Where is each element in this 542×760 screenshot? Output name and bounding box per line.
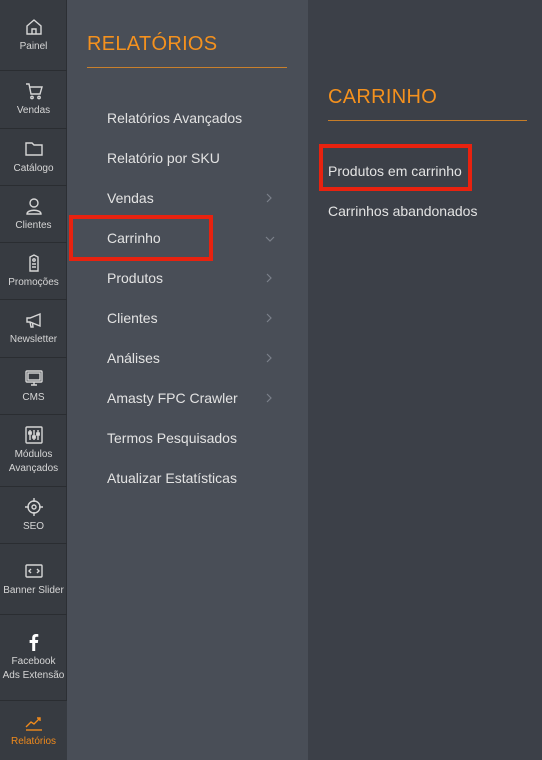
- rail-item-banner-slider[interactable]: Banner Slider: [0, 544, 67, 615]
- banner-icon: [24, 561, 44, 581]
- rail-item-facebook-ads[interactable]: Facebook Ads Extensão: [0, 615, 67, 701]
- rail-item-modulos-avancados[interactable]: Módulos Avançados: [0, 415, 67, 487]
- title-divider: [87, 67, 287, 68]
- menu-item-label: Vendas: [107, 190, 154, 206]
- rail-item-vendas[interactable]: Vendas: [0, 71, 67, 129]
- rail-item-label: Promoções: [8, 276, 59, 288]
- menu-item-label: Atualizar Estatísticas: [107, 470, 237, 486]
- rail-item-label: SEO: [22, 520, 45, 532]
- menu-item-atualizar-estatisticas[interactable]: Atualizar Estatísticas: [107, 467, 287, 489]
- menu-item-label: Amasty FPC Crawler: [107, 390, 238, 406]
- monitor-icon: [24, 368, 44, 388]
- tag-icon: [24, 253, 44, 273]
- rail-item-label: Clientes: [15, 219, 52, 231]
- panel-title: RELATÓRIOS: [87, 33, 218, 55]
- person-icon: [24, 196, 44, 216]
- chevron-right-icon: [265, 307, 277, 329]
- crosshair-icon: [24, 497, 44, 517]
- rail-item-promocoes[interactable]: Promoções: [0, 243, 67, 300]
- menu-item-label: Relatórios Avançados: [107, 110, 243, 126]
- rail-item-relatorios[interactable]: Relatórios: [0, 701, 67, 760]
- menu-item-label: Carrinho: [107, 230, 161, 246]
- menu-item-label: Produtos em carrinho: [328, 163, 462, 179]
- menu-item-label: Produtos: [107, 270, 164, 286]
- rail-item-seo[interactable]: SEO: [0, 487, 67, 544]
- menu-item-produtos-em-carrinho[interactable]: Produtos em carrinho: [328, 160, 528, 182]
- menu-item-termos-pesquisados[interactable]: Termos Pesquisados: [107, 427, 287, 449]
- rail-item-clientes[interactable]: Clientes: [0, 186, 67, 243]
- folder-icon: [24, 139, 44, 159]
- chevron-right-icon: [265, 267, 277, 289]
- menu-item-relatorios-avancados[interactable]: Relatórios Avançados: [107, 107, 287, 129]
- reports-submenu-panel: RELATÓRIOS Relatórios Avançados Relatóri…: [67, 0, 308, 760]
- rail-item-label: Vendas: [16, 105, 51, 116]
- rail-item-cms[interactable]: CMS: [0, 358, 67, 415]
- menu-item-carrinhos-abandonados[interactable]: Carrinhos abandonados: [328, 200, 528, 222]
- menu-item-carrinho[interactable]: Carrinho: [107, 227, 287, 249]
- rail-item-label: Painel: [19, 40, 48, 52]
- chevron-right-icon: [265, 347, 277, 369]
- menu-item-label: Clientes: [107, 310, 158, 326]
- menu-item-label: Carrinhos abandonados: [328, 203, 478, 219]
- home-icon: [24, 17, 44, 37]
- menu-item-produtos[interactable]: Produtos: [107, 267, 287, 289]
- rail-item-label: Banner Slider: [3, 584, 64, 596]
- chevron-right-icon: [265, 187, 277, 209]
- menu-item-relatorio-por-sku[interactable]: Relatório por SKU: [107, 147, 287, 169]
- chevron-right-icon: [265, 387, 277, 409]
- menu-item-amasty-fpc-crawler[interactable]: Amasty FPC Crawler: [107, 387, 287, 409]
- title-divider: [328, 120, 527, 121]
- rail-item-newsletter[interactable]: Newsletter: [0, 300, 67, 358]
- menu-item-label: Termos Pesquisados: [107, 430, 237, 446]
- sliders-icon: [24, 425, 44, 445]
- chevron-down-icon: [265, 227, 277, 249]
- rail-item-catalogo[interactable]: Catálogo: [0, 129, 67, 186]
- rail-item-painel[interactable]: Painel: [0, 0, 67, 71]
- admin-sidebar: Painel Vendas Catálogo Clientes Promoçõe…: [0, 0, 67, 760]
- rail-item-label: Módulos Avançados: [8, 449, 59, 474]
- menu-item-analises[interactable]: Análises: [107, 347, 287, 369]
- megaphone-icon: [24, 310, 44, 330]
- menu-item-vendas[interactable]: Vendas: [107, 187, 287, 209]
- cart-submenu-panel: CARRINHO Produtos em carrinho Carrinhos …: [308, 0, 542, 760]
- cart-icon: [24, 81, 44, 101]
- menu-item-label: Análises: [107, 350, 160, 366]
- panel-title: CARRINHO: [328, 86, 438, 108]
- rail-item-label: Newsletter: [9, 334, 58, 345]
- menu-item-clientes[interactable]: Clientes: [107, 307, 287, 329]
- rail-item-label: Catálogo: [13, 162, 54, 174]
- rail-item-label: CMS: [22, 391, 45, 403]
- rail-item-label: Facebook Ads Extensão: [2, 656, 65, 681]
- chart-icon: [24, 712, 44, 732]
- facebook-icon: [24, 632, 44, 652]
- menu-item-label: Relatório por SKU: [107, 150, 220, 166]
- rail-item-label: Relatórios: [10, 736, 57, 747]
